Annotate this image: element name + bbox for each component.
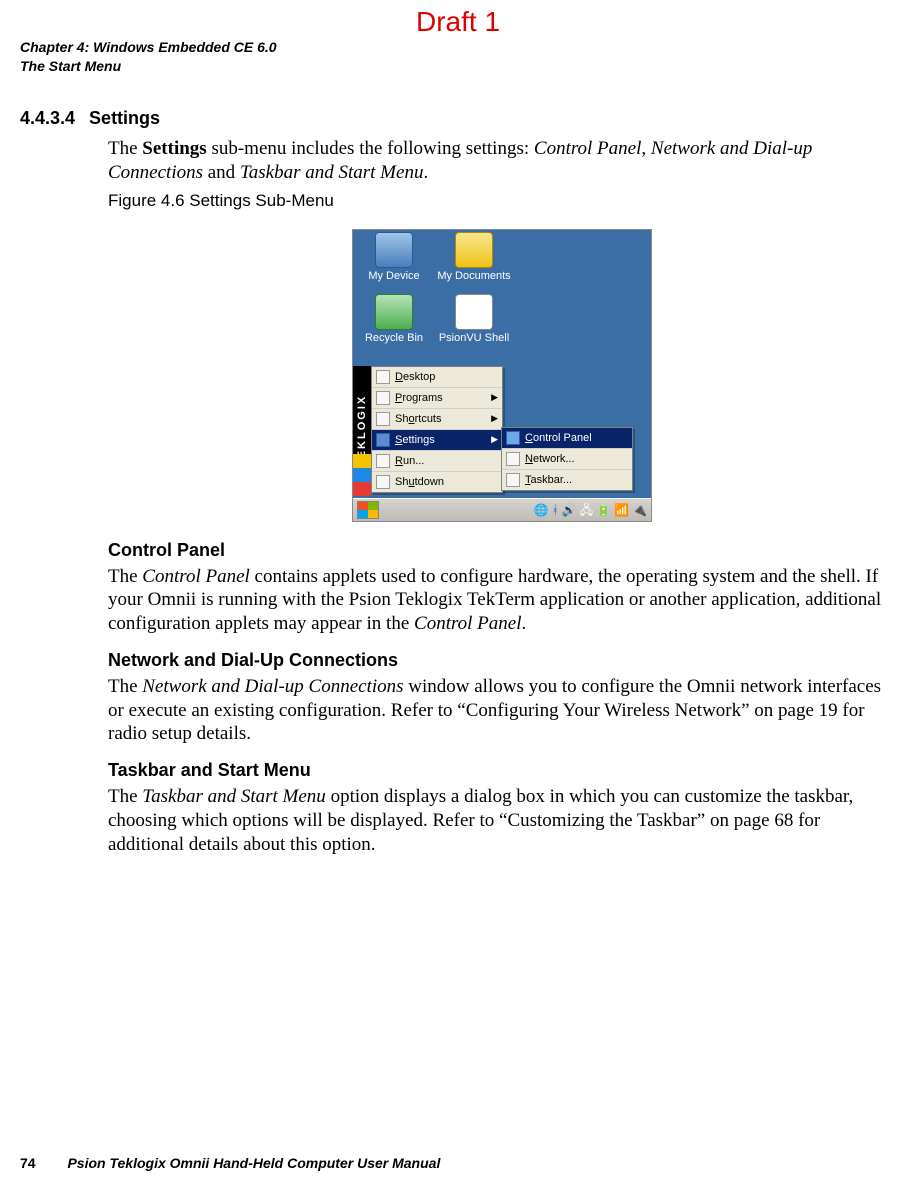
tray-globe-icon: 🌐	[534, 504, 549, 516]
start-menu-item-settings[interactable]: Settings ▶	[372, 430, 502, 451]
network-icon	[506, 452, 520, 466]
tray-volume-icon: 🔊	[562, 504, 577, 516]
ce-desktop: My Device My Documents Recycle Bin Psion…	[353, 230, 651, 498]
start-menu-item-shortcuts[interactable]: Shortcuts ▶	[372, 409, 502, 430]
paragraph-control-panel: The Control Panel contains applets used …	[108, 565, 896, 636]
figure-caption: Figure 4.6 Settings Sub-Menu	[108, 191, 896, 211]
submenu-item-control-panel[interactable]: Control Panel	[502, 428, 632, 449]
start-menu-item-programs[interactable]: Programs ▶	[372, 388, 502, 409]
settings-icon	[376, 433, 390, 447]
tray-plug-icon: 🔌	[632, 504, 647, 516]
desktop-icon	[376, 370, 390, 384]
start-menu-item-desktop[interactable]: Desktop	[372, 367, 502, 388]
desktop-label: My Device	[355, 270, 433, 282]
draft-watermark: Draft 1	[0, 6, 916, 38]
psion-logo-blocks	[353, 454, 371, 496]
header-chapter: Chapter 4: Windows Embedded CE 6.0	[20, 38, 277, 57]
paragraph-taskbar: The Taskbar and Start Menu option displa…	[108, 785, 896, 856]
desktop-icon-recycle-bin: Recycle Bin	[355, 294, 433, 344]
subheading-network: Network and Dial-Up Connections	[108, 650, 896, 671]
desktop-icon-my-documents: My Documents	[435, 232, 513, 282]
desktop-icon-psionvu-shell: PsionVU Shell	[435, 294, 513, 344]
app-icon	[455, 294, 493, 330]
page-number: 74	[20, 1155, 36, 1171]
desktop-icon-my-device: My Device	[355, 232, 433, 282]
submenu-arrow-icon: ▶	[491, 392, 498, 403]
submenu-arrow-icon: ▶	[491, 413, 498, 424]
tray-network-icon: 🖧	[580, 504, 593, 516]
header-section: The Start Menu	[20, 57, 277, 76]
section-number: 4.4.3.4	[20, 108, 75, 129]
start-menu-item-run[interactable]: Run...	[372, 451, 502, 472]
ce-taskbar: 🌐 ᚼ 🔊 🖧 🔋 📶 🔌	[353, 498, 651, 521]
desktop-label: My Documents	[435, 270, 513, 282]
system-tray: 🌐 ᚼ 🔊 🖧 🔋 📶 🔌	[534, 504, 647, 516]
start-menu: Desktop Programs ▶ Shortcuts ▶ Sett	[371, 366, 503, 493]
start-menu-item-shutdown[interactable]: Shutdown	[372, 472, 502, 492]
page-content: 4.4.3.4 Settings The Settings sub-menu i…	[20, 108, 896, 862]
start-button[interactable]	[357, 501, 379, 519]
settings-submenu: Control Panel Network... Taskbar...	[501, 427, 633, 491]
tray-battery-icon: 🔋	[596, 504, 611, 516]
section-heading: 4.4.3.4 Settings	[20, 108, 896, 129]
control-panel-icon	[506, 431, 520, 445]
page-header: Chapter 4: Windows Embedded CE 6.0 The S…	[20, 38, 277, 76]
tray-bluetooth-icon: ᚼ	[552, 504, 559, 516]
submenu-item-taskbar[interactable]: Taskbar...	[502, 470, 632, 490]
page-footer: 74 Psion Teklogix Omnii Hand-Held Comput…	[20, 1155, 440, 1171]
desktop-label: Recycle Bin	[355, 332, 433, 344]
intro-paragraph: The Settings sub-menu includes the follo…	[108, 137, 896, 185]
section-title: Settings	[89, 108, 160, 129]
tray-signal-icon: 📶	[614, 504, 629, 516]
submenu-item-network[interactable]: Network...	[502, 449, 632, 470]
programs-icon	[376, 391, 390, 405]
figure-settings-submenu: My Device My Documents Recycle Bin Psion…	[352, 229, 652, 522]
subheading-control-panel: Control Panel	[108, 540, 896, 561]
desktop-label: PsionVU Shell	[435, 332, 513, 344]
taskbar-icon	[506, 473, 520, 487]
subheading-taskbar: Taskbar and Start Menu	[108, 760, 896, 781]
recycle-icon	[375, 294, 413, 330]
shutdown-icon	[376, 475, 390, 489]
submenu-arrow-icon: ▶	[491, 434, 498, 445]
shortcuts-icon	[376, 412, 390, 426]
footer-title: Psion Teklogix Omnii Hand-Held Computer …	[67, 1155, 440, 1171]
run-icon	[376, 454, 390, 468]
device-icon	[375, 232, 413, 268]
folder-icon	[455, 232, 493, 268]
paragraph-network: The Network and Dial-up Connections wind…	[108, 675, 896, 746]
